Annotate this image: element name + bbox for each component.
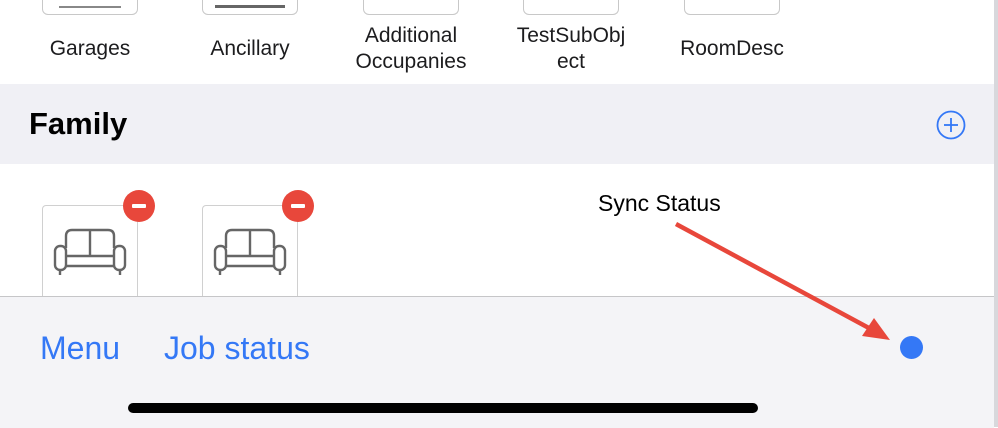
annotation-arrow [674, 222, 890, 340]
